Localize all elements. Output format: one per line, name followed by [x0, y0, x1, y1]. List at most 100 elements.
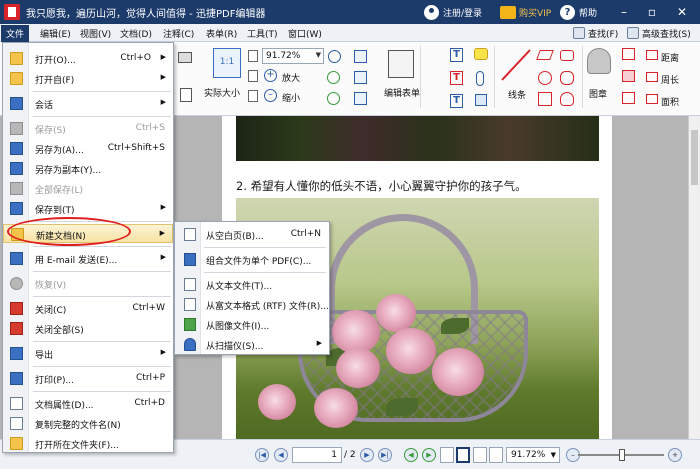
file-menu-open-folder[interactable]: 打开所在文件夹(F)...: [3, 434, 173, 453]
zoom-in-label[interactable]: 放大: [282, 71, 300, 84]
distance-label[interactable]: 距离: [661, 51, 679, 64]
actual-size-label[interactable]: 实际大小: [204, 86, 240, 99]
vertical-scrollbar[interactable]: [688, 116, 700, 439]
select-text-icon[interactable]: [180, 88, 192, 102]
file-menu-properties[interactable]: 文档属性(D)... Ctrl+D: [3, 394, 173, 413]
new-from-rtf[interactable]: 从富文本格式 (RTF) 文件(R)...: [175, 295, 329, 314]
file-menu-save[interactable]: 保存(S) Ctrl+S: [3, 119, 173, 138]
file-menu-save-as[interactable]: 另存为(A)... Ctrl+Shift+S: [3, 139, 173, 158]
note-icon[interactable]: [474, 48, 488, 60]
menu-edit[interactable]: 编辑(E): [40, 27, 71, 40]
fit-width-icon[interactable]: [248, 70, 258, 82]
text-tool-icon[interactable]: T: [450, 48, 463, 62]
lines-label[interactable]: 线条: [508, 88, 526, 101]
zoom-slider-handle[interactable]: [619, 449, 625, 461]
file-menu-save-all[interactable]: 全部保存(L): [3, 179, 173, 198]
advanced-find-button[interactable]: 高级查找(S): [627, 26, 691, 40]
line-tool-icon[interactable]: [500, 48, 532, 82]
menu-file[interactable]: 文件: [1, 25, 30, 42]
fit-page-icon[interactable]: [248, 50, 258, 62]
file-menu-close-all[interactable]: 关闭全部(S): [3, 319, 173, 338]
distance-icon[interactable]: [646, 50, 658, 60]
last-page-icon[interactable]: ▶|: [378, 448, 392, 462]
menu-comment[interactable]: 注释(C): [163, 27, 194, 40]
file-menu-email[interactable]: 用 E-mail 发送(E)... ▶: [3, 249, 173, 268]
scrollbar-thumb[interactable]: [691, 130, 698, 185]
status-zoom-combo[interactable]: 91.72% ▼: [506, 447, 560, 463]
insert-page-icon[interactable]: [354, 50, 367, 63]
new-from-blank[interactable]: 从空白页(B)... Ctrl+N: [175, 225, 329, 244]
add-link-icon[interactable]: [354, 71, 367, 84]
next-page-icon[interactable]: ▶: [360, 448, 374, 462]
new-from-scanner[interactable]: 从扫描仪(S)... ▶: [175, 335, 329, 354]
arrow-tool-icon[interactable]: [536, 50, 554, 60]
rotate-left-icon[interactable]: [327, 71, 340, 84]
first-page-icon[interactable]: |◀: [255, 448, 269, 462]
fit-visible-icon[interactable]: [248, 90, 258, 102]
login-button[interactable]: 注册/登录: [424, 3, 482, 21]
two-page-view-icon[interactable]: [473, 447, 487, 463]
perimeter-icon[interactable]: [646, 72, 658, 82]
new-from-text[interactable]: 从文本文件(T)...: [175, 275, 329, 294]
file-menu-copy-filename[interactable]: 复制完整的文件名(N): [3, 414, 173, 433]
polygon-tool-icon[interactable]: [560, 50, 574, 61]
page-number-input[interactable]: 1: [292, 447, 342, 463]
file-menu-open-from[interactable]: 打开自(F) ▶: [3, 69, 173, 88]
cloud-tool-icon[interactable]: [560, 92, 574, 106]
prev-page-icon[interactable]: ◀: [274, 448, 288, 462]
file-menu-print[interactable]: 打印(P)... Ctrl+P: [3, 369, 173, 388]
help-button[interactable]: ? 帮助: [560, 3, 597, 21]
underline-icon[interactable]: T: [450, 94, 463, 108]
single-page-view-icon[interactable]: [440, 447, 454, 463]
perimeter-label[interactable]: 周长: [661, 73, 679, 86]
file-menu-session[interactable]: 会话 ▶: [3, 94, 173, 113]
area-label[interactable]: 面积: [661, 95, 679, 108]
file-menu-open[interactable]: 打开(O)... Ctrl+O ▶: [3, 49, 173, 68]
sound-icon[interactable]: [475, 94, 487, 106]
back-icon[interactable]: ◀: [404, 448, 418, 462]
menu-document[interactable]: 文档(D): [120, 27, 152, 40]
highlight-area-icon[interactable]: [622, 92, 635, 104]
stamp-icon[interactable]: [587, 48, 611, 74]
menu-window[interactable]: 窗口(W): [288, 27, 322, 40]
actual-size-icon[interactable]: 1:1: [213, 48, 241, 78]
zoom-in-small-icon[interactable]: +: [668, 448, 682, 462]
ribbon-zoom-combo[interactable]: 91.72% ▼: [262, 48, 324, 64]
zoom-out-icon[interactable]: –: [264, 89, 277, 102]
file-menu-close[interactable]: 关闭(C) Ctrl+W: [3, 299, 173, 318]
menu-tools[interactable]: 工具(T): [247, 27, 278, 40]
file-menu-revert[interactable]: 恢复(V): [3, 274, 173, 293]
new-from-image[interactable]: 从图像文件(I)...: [175, 315, 329, 334]
close-button[interactable]: ✕: [670, 0, 694, 24]
area-icon[interactable]: [646, 94, 658, 104]
continuous-view-icon[interactable]: [456, 447, 470, 463]
rotate-right-icon[interactable]: [327, 92, 340, 105]
new-combine-files[interactable]: 组合文件为单个 PDF(C)...: [175, 250, 329, 269]
strikeout-icon[interactable]: T: [450, 71, 463, 85]
forward-icon[interactable]: ▶: [422, 448, 436, 462]
ellipse-tool-icon[interactable]: [538, 71, 552, 85]
file-menu-save-copy[interactable]: 另存为副本(Y)...: [3, 159, 173, 178]
pencil-icon[interactable]: [622, 48, 635, 60]
stamp-label[interactable]: 图章: [589, 87, 607, 100]
file-menu-export[interactable]: 导出 ▶: [3, 344, 173, 363]
menu-form[interactable]: 表单(R): [206, 27, 237, 40]
edit-form-icon[interactable]: [388, 50, 414, 78]
camera-icon[interactable]: [178, 52, 192, 63]
zoom-tool-icon[interactable]: [328, 50, 341, 63]
maximize-button[interactable]: ▫: [640, 0, 664, 24]
edit-form-label[interactable]: 编辑表单: [384, 86, 420, 99]
pentagon-tool-icon[interactable]: [560, 71, 574, 85]
eraser-icon[interactable]: [622, 70, 635, 82]
file-menu-save-to[interactable]: 保存到(T) ▶: [3, 199, 173, 218]
rectangle-tool-icon[interactable]: [538, 92, 552, 106]
menu-view[interactable]: 视图(V): [80, 27, 111, 40]
zoom-in-icon[interactable]: +: [264, 69, 277, 82]
buy-vip-button[interactable]: 购买VIP: [500, 3, 551, 21]
add-field-icon[interactable]: [354, 92, 367, 105]
zoom-out-label[interactable]: 缩小: [282, 91, 300, 104]
find-button[interactable]: 查找(F): [573, 26, 618, 40]
document-text-line[interactable]: 2. 希望有人懂你的低头不语，小心翼翼守护你的孩子气。: [236, 178, 527, 194]
two-page-continuous-view-icon[interactable]: [489, 447, 503, 463]
attach-icon[interactable]: [476, 71, 484, 86]
